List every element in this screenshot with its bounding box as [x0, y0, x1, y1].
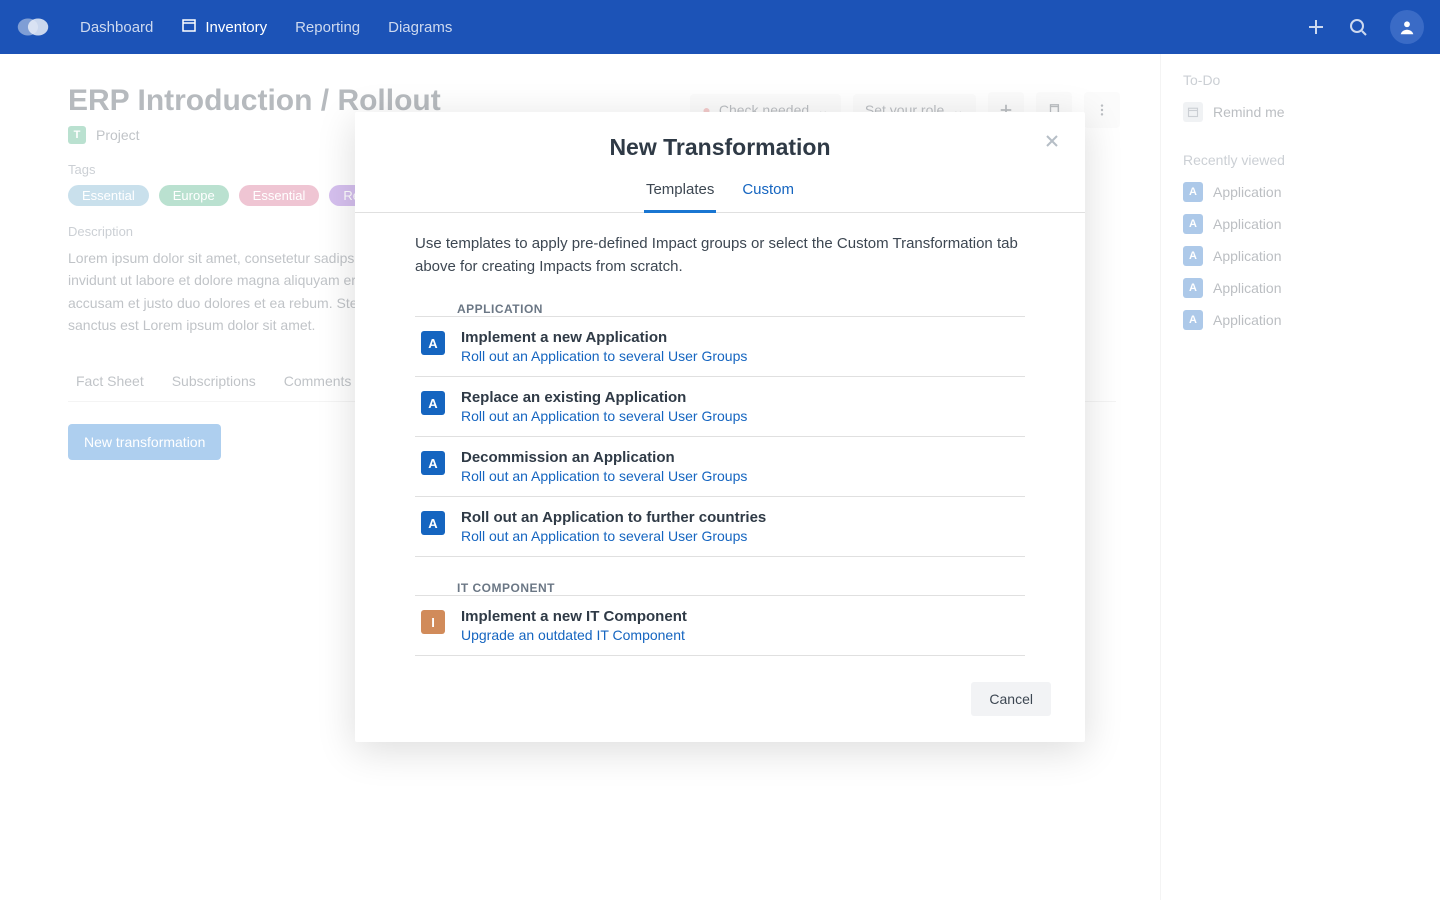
- template-badge-icon: I: [421, 610, 445, 634]
- cancel-button[interactable]: Cancel: [971, 682, 1051, 716]
- nav-reporting[interactable]: Reporting: [295, 17, 360, 37]
- new-transformation-modal: New Transformation Templates Custom Use …: [355, 112, 1085, 742]
- template-badge-icon: A: [421, 391, 445, 415]
- search-icon[interactable]: [1348, 17, 1368, 37]
- tab-templates[interactable]: Templates: [644, 169, 716, 213]
- template-subtitle: Roll out an Application to several User …: [461, 348, 747, 364]
- template-item[interactable]: A Decommission an Application Roll out an …: [415, 437, 1025, 497]
- nav-items: Dashboard Inventory Reporting Diagrams: [80, 17, 452, 37]
- template-item[interactable]: I Implement a new IT Component Upgrade an …: [415, 595, 1025, 656]
- add-icon[interactable]: [1306, 17, 1326, 37]
- modal-intro: Use templates to apply pre-defined Impac…: [415, 233, 1025, 278]
- close-icon[interactable]: [1039, 128, 1065, 154]
- group-application-label: APPLICATION: [457, 302, 1025, 316]
- logo-icon: [16, 14, 50, 40]
- template-subtitle: Roll out an Application to several User …: [461, 528, 766, 544]
- inventory-icon: [181, 17, 197, 37]
- template-item[interactable]: A Replace an existing Application Roll out…: [415, 377, 1025, 437]
- template-title: Replace an existing Application: [461, 389, 747, 406]
- user-avatar[interactable]: [1390, 10, 1424, 44]
- modal-overlay: New Transformation Templates Custom Use …: [0, 54, 1440, 900]
- template-badge-icon: A: [421, 331, 445, 355]
- template-title: Roll out an Application to further count…: [461, 509, 766, 526]
- tab-custom[interactable]: Custom: [740, 169, 796, 212]
- template-badge-icon: A: [421, 451, 445, 475]
- template-subtitle: Roll out an Application to several User …: [461, 408, 747, 424]
- modal-title: New Transformation: [355, 134, 1085, 161]
- nav-actions: [1306, 10, 1424, 44]
- nav-dashboard[interactable]: Dashboard: [80, 17, 153, 37]
- template-badge-icon: A: [421, 511, 445, 535]
- template-item[interactable]: A Roll out an Application to further coun…: [415, 497, 1025, 557]
- template-title: Implement a new Application: [461, 329, 747, 346]
- top-nav: Dashboard Inventory Reporting Diagrams: [0, 0, 1440, 54]
- nav-inventory[interactable]: Inventory: [181, 17, 267, 37]
- template-item[interactable]: A Implement a new Application Roll out an …: [415, 316, 1025, 377]
- modal-tabs: Templates Custom: [355, 169, 1085, 213]
- template-title: Decommission an Application: [461, 449, 747, 466]
- template-subtitle: Upgrade an outdated IT Component: [461, 627, 687, 643]
- group-itcomponent-label: IT COMPONENT: [457, 581, 1025, 595]
- template-subtitle: Roll out an Application to several User …: [461, 468, 747, 484]
- template-title: Implement a new IT Component: [461, 608, 687, 625]
- nav-diagrams[interactable]: Diagrams: [388, 17, 452, 37]
